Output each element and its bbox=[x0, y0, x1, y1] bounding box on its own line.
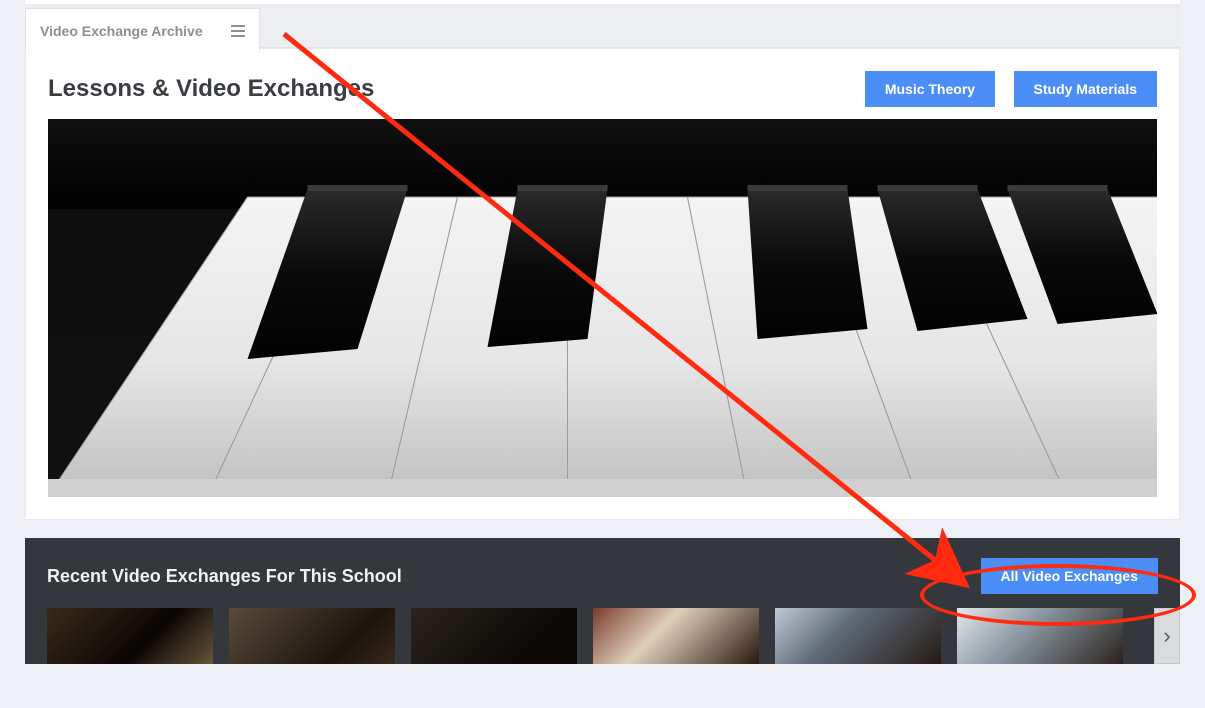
menu-icon[interactable] bbox=[231, 25, 245, 37]
video-thumbnail[interactable] bbox=[47, 608, 213, 664]
tab-video-exchange-archive[interactable]: Video Exchange Archive bbox=[25, 8, 260, 52]
card-buttons: Music Theory Study Materials bbox=[865, 71, 1157, 107]
tab-label: Video Exchange Archive bbox=[40, 23, 203, 39]
video-thumbnail[interactable] bbox=[229, 608, 395, 664]
carousel-next-button[interactable]: › bbox=[1154, 608, 1180, 664]
study-materials-button[interactable]: Study Materials bbox=[1014, 71, 1157, 107]
hero-image-piano bbox=[48, 119, 1157, 497]
tab-bar: Video Exchange Archive bbox=[25, 0, 1180, 48]
music-theory-button[interactable]: Music Theory bbox=[865, 71, 995, 107]
lessons-card: Lessons & Video Exchanges Music Theory S… bbox=[25, 48, 1180, 520]
all-video-exchanges-button[interactable]: All Video Exchanges bbox=[981, 558, 1158, 594]
recent-thumbnails bbox=[47, 608, 1158, 664]
video-thumbnail[interactable] bbox=[957, 608, 1123, 664]
recent-title: Recent Video Exchanges For This School bbox=[47, 566, 402, 587]
recent-section: Recent Video Exchanges For This School A… bbox=[25, 538, 1180, 664]
video-thumbnail[interactable] bbox=[411, 608, 577, 664]
card-title: Lessons & Video Exchanges bbox=[48, 75, 374, 103]
video-thumbnail[interactable] bbox=[593, 608, 759, 664]
chevron-right-icon: › bbox=[1163, 623, 1170, 649]
card-header: Lessons & Video Exchanges Music Theory S… bbox=[48, 71, 1157, 107]
recent-header: Recent Video Exchanges For This School A… bbox=[47, 558, 1158, 594]
video-thumbnail[interactable] bbox=[775, 608, 941, 664]
